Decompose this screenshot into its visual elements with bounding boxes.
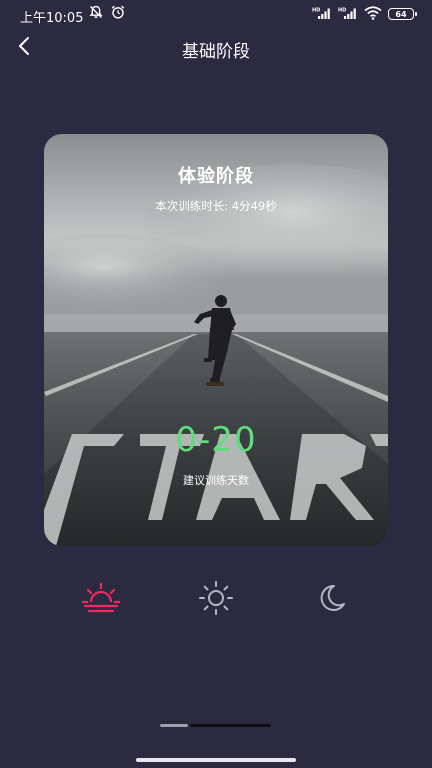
status-bar: 上午10:05 HD HD 64 bbox=[0, 0, 432, 28]
svg-text:HD: HD bbox=[312, 7, 320, 13]
status-time: 上午10:05 bbox=[20, 11, 84, 26]
moon-button[interactable] bbox=[308, 578, 352, 622]
signal-hd-1-icon: HD bbox=[312, 5, 332, 24]
time-of-day-selector bbox=[0, 578, 432, 622]
stage-title: 体验阶段 bbox=[178, 166, 254, 187]
header: 基础阶段 bbox=[0, 28, 432, 68]
status-icons-left bbox=[88, 4, 126, 24]
svg-text:HD: HD bbox=[338, 7, 346, 13]
sun-icon bbox=[196, 580, 236, 620]
recommended-days-range: 0-20 bbox=[175, 420, 257, 460]
sun-button[interactable] bbox=[194, 578, 238, 622]
mute-bell-icon bbox=[88, 4, 104, 24]
signal-hd-2-icon: HD bbox=[338, 5, 358, 24]
alarm-icon bbox=[110, 4, 126, 24]
page-indicator bbox=[160, 724, 271, 727]
battery-level: 64 bbox=[395, 9, 407, 19]
battery-icon: 64 bbox=[388, 8, 417, 20]
status-icons-right: HD HD 64 bbox=[312, 5, 417, 24]
recommended-days-caption: 建议训练天数 bbox=[183, 474, 249, 487]
sunrise-button[interactable] bbox=[79, 578, 123, 622]
page-indicator-track bbox=[190, 724, 271, 727]
page-indicator-active bbox=[160, 724, 188, 727]
training-duration: 本次训练时长: 4分49秒 bbox=[155, 199, 277, 213]
moon-icon bbox=[312, 582, 348, 618]
sunrise-icon bbox=[81, 582, 121, 618]
stage-card[interactable]: 体验阶段 本次训练时长: 4分49秒 0-20 建议训练天数 bbox=[44, 134, 388, 546]
gesture-bar[interactable] bbox=[136, 758, 296, 762]
page-title: 基础阶段 bbox=[182, 42, 250, 62]
wifi-icon bbox=[364, 5, 382, 24]
